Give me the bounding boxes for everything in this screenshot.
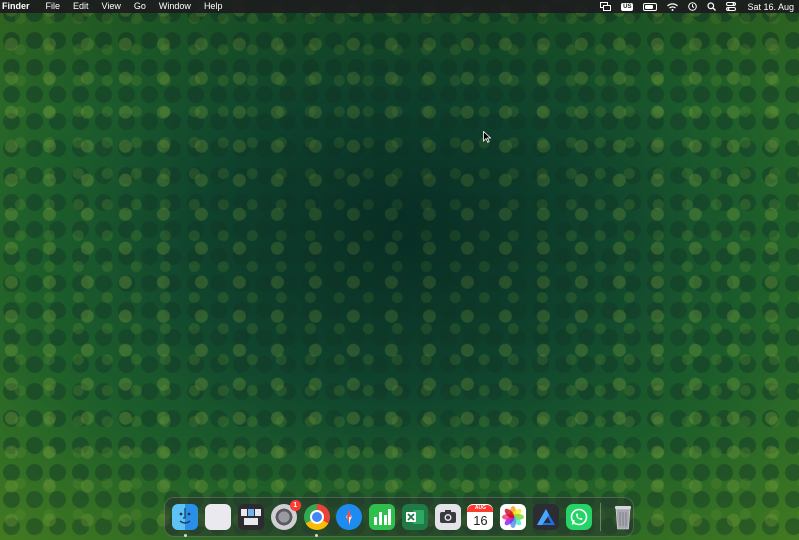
dock-whatsapp-icon[interactable] <box>565 504 592 530</box>
running-indicator <box>183 534 187 537</box>
input-source-menu[interactable]: US <box>621 2 634 11</box>
battery-icon[interactable] <box>643 2 658 11</box>
dock-launchpad-icon[interactable] <box>205 504 232 530</box>
desktop-wallpaper <box>0 0 799 540</box>
apple-app-menu-finder[interactable]: Finder <box>2 0 30 13</box>
menu-bar-clock[interactable]: Sat 16. Aug <box>747 2 794 12</box>
menu-window[interactable]: Window <box>159 0 191 13</box>
calendar-day: 16 <box>473 513 488 528</box>
menu-view[interactable]: View <box>102 0 121 13</box>
dock: 1 AUG 16 <box>164 497 634 537</box>
notification-badge: 1 <box>289 500 301 511</box>
wifi-icon[interactable] <box>667 2 679 11</box>
dock-trash-icon[interactable] <box>610 504 636 530</box>
spotlight-search-icon[interactable] <box>707 2 717 11</box>
dock-safari-icon[interactable] <box>336 504 363 530</box>
dock-affinity-designer-icon[interactable] <box>532 504 559 530</box>
dock-separator <box>600 503 602 531</box>
dock-numbers-icon[interactable] <box>369 504 396 530</box>
dock-excel-icon[interactable] <box>401 504 428 530</box>
dock-mission-control-icon[interactable] <box>237 504 264 530</box>
dock-calendar-icon[interactable]: AUG 16 <box>467 504 494 530</box>
dock-finder-icon[interactable] <box>172 504 199 537</box>
calendar-month: AUG <box>467 505 494 512</box>
dock-photos-icon[interactable] <box>500 504 527 530</box>
control-center-icon[interactable] <box>726 2 737 11</box>
screen-mirroring-icon[interactable] <box>600 2 612 11</box>
time-machine-icon[interactable] <box>688 2 698 11</box>
dock-system-preferences-icon[interactable]: 1 <box>270 500 301 530</box>
menu-bar: Finder File Edit View Go Window Help US … <box>0 0 799 13</box>
menu-help[interactable]: Help <box>204 0 223 13</box>
menu-go[interactable]: Go <box>134 0 146 13</box>
menu-edit[interactable]: Edit <box>73 0 89 13</box>
mouse-pointer-icon <box>483 130 492 148</box>
running-indicator <box>315 534 319 537</box>
dock-chrome-icon[interactable] <box>303 504 330 537</box>
menu-file[interactable]: File <box>46 0 61 13</box>
dock-screenshot-icon[interactable] <box>434 504 461 530</box>
input-source-label: US <box>621 2 634 11</box>
